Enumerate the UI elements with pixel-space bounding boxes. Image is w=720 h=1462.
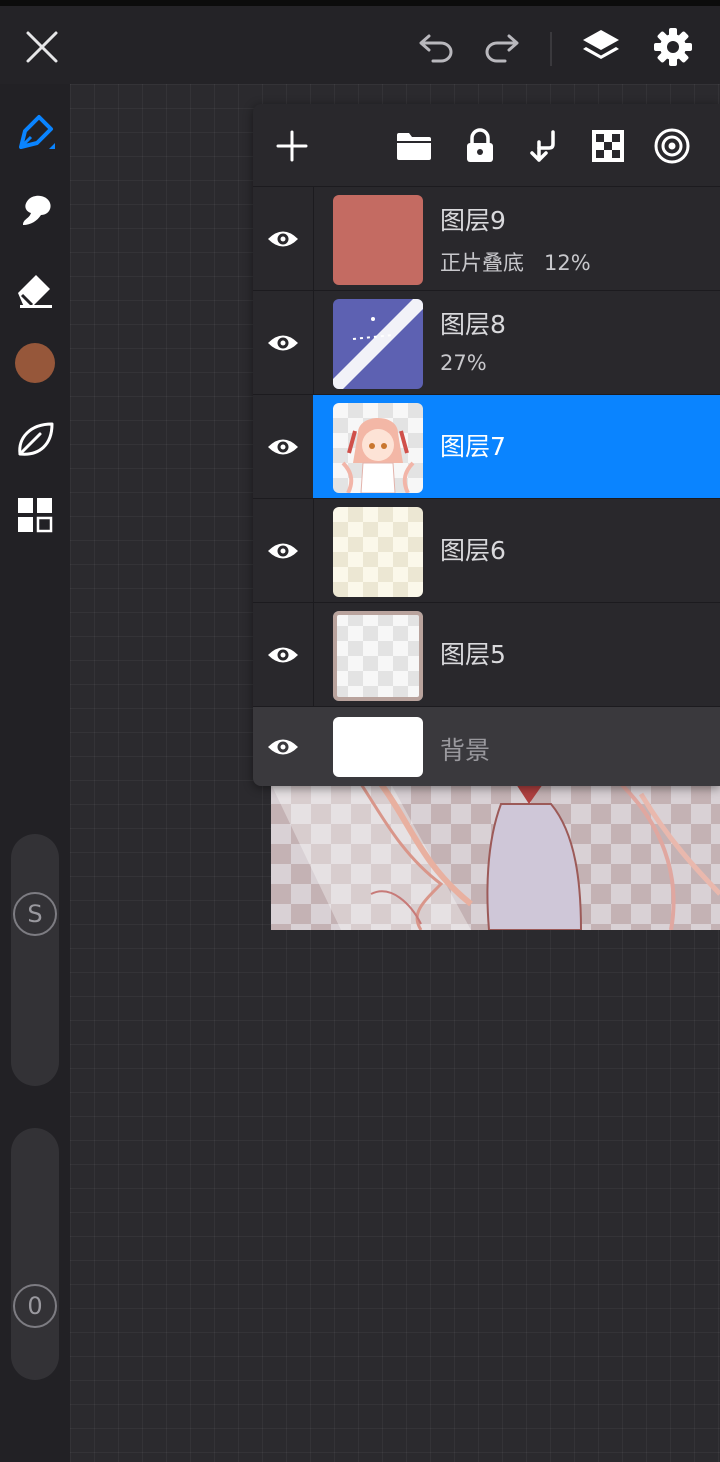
layer-name: 图层5 — [440, 640, 506, 669]
row-divider — [313, 499, 314, 603]
layer-row[interactable]: 图层6 — [253, 498, 720, 603]
row-divider — [313, 291, 314, 395]
row-divider — [313, 603, 314, 707]
top-bar — [0, 0, 720, 84]
layer-name: 图层9 — [440, 206, 506, 235]
layer-row[interactable]: 图层5 — [253, 602, 720, 707]
lock-icon[interactable] — [458, 124, 502, 168]
grid-icon[interactable] — [10, 490, 60, 540]
layer-name: 图层8 — [440, 310, 506, 339]
row-divider — [313, 187, 314, 291]
color-swatch[interactable] — [10, 338, 60, 388]
close-icon[interactable] — [19, 24, 65, 70]
leaf-icon[interactable] — [10, 414, 60, 464]
layers-icon[interactable] — [578, 24, 624, 70]
redo-icon[interactable] — [478, 24, 524, 70]
eye-icon[interactable] — [265, 429, 301, 465]
settings-icon[interactable] — [650, 24, 696, 70]
left-toolbar: S 0 — [0, 84, 70, 1462]
brush-size-slider[interactable]: S — [11, 834, 59, 1086]
layer-row[interactable]: 图层8 27% — [253, 290, 720, 395]
layer-opacity: 27% — [440, 351, 487, 375]
layer-blend-opacity: 正片叠底 12% — [440, 251, 591, 275]
layer-thumbnail — [333, 507, 423, 597]
add-icon[interactable] — [270, 124, 314, 168]
checker-icon[interactable] — [586, 124, 630, 168]
layer-thumbnail — [333, 717, 423, 777]
folder-icon[interactable] — [392, 124, 436, 168]
layer-row[interactable]: 图层9 正片叠底 12% — [253, 186, 720, 291]
layer-name: 背景 — [440, 736, 491, 765]
layer-thumbnail — [333, 195, 423, 285]
eye-icon[interactable] — [265, 729, 301, 765]
eye-icon[interactable] — [265, 533, 301, 569]
undo-icon[interactable] — [414, 24, 460, 70]
layer-name: 图层7 — [440, 432, 506, 461]
eye-icon[interactable] — [265, 325, 301, 361]
layer-row-selected[interactable]: 图层7 — [253, 394, 720, 499]
size-slider-knob[interactable]: S — [13, 892, 57, 936]
artwork-preview — [271, 784, 720, 930]
opacity-slider-knob[interactable]: 0 — [13, 1284, 57, 1328]
opacity-slider[interactable]: 0 — [11, 1128, 59, 1380]
layer-panel: 图层9 正片叠底 12% 图层8 27% 图层7 图层6 图层5 背景 — [253, 104, 720, 786]
layer-name: 图层6 — [440, 536, 506, 565]
eye-icon[interactable] — [265, 221, 301, 257]
layer-thumbnail — [333, 611, 423, 701]
merge-down-icon[interactable] — [522, 124, 566, 168]
target-icon[interactable] — [650, 124, 694, 168]
background-layer-row[interactable]: 背景 — [253, 706, 720, 786]
pen-icon[interactable] — [10, 108, 60, 158]
layer-thumbnail — [333, 403, 423, 493]
smudge-icon[interactable] — [10, 186, 60, 236]
toolbar-divider — [550, 32, 552, 66]
layer-thumbnail — [333, 299, 423, 389]
eye-icon[interactable] — [265, 637, 301, 673]
eraser-icon[interactable] — [10, 264, 60, 314]
